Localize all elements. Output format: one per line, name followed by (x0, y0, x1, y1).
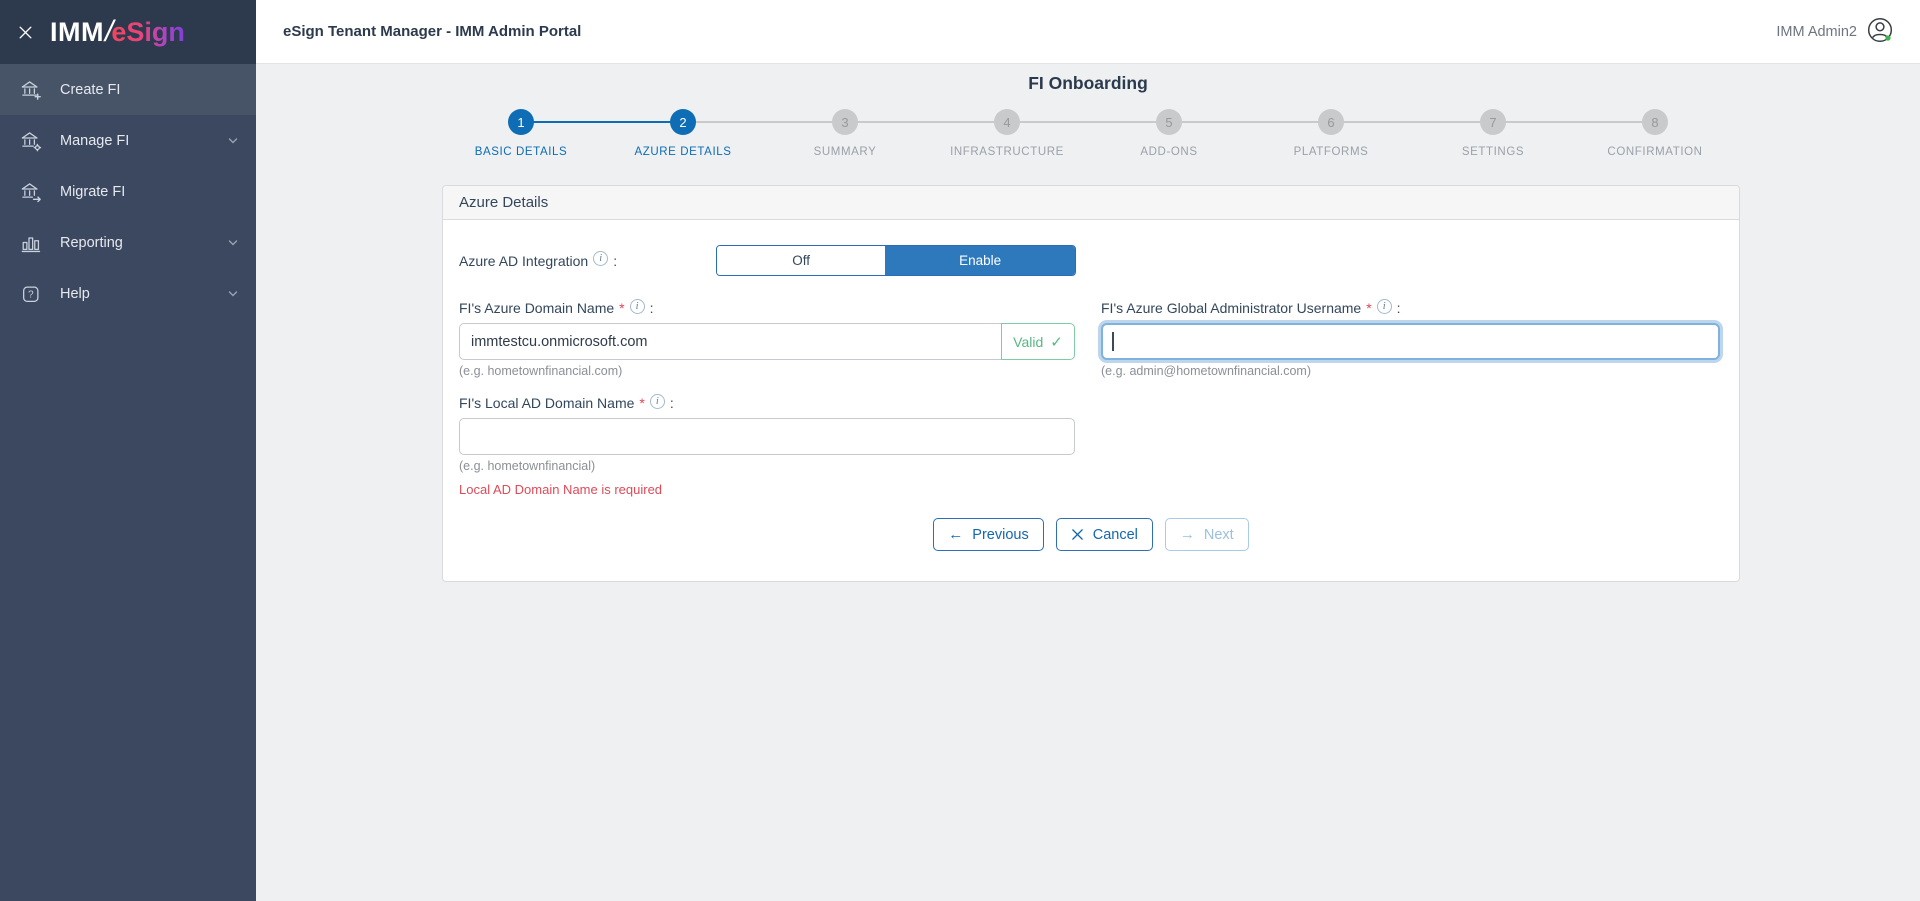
x-icon (1071, 528, 1084, 541)
step-number: 4 (994, 109, 1020, 135)
step-platforms[interactable]: 6 PLATFORMS (1250, 109, 1412, 158)
sidebar-close-icon[interactable] (14, 21, 36, 43)
check-icon: ✓ (1050, 333, 1063, 351)
main-content: FI Onboarding 1 BASIC DETAILS 2 AZURE DE… (256, 0, 1920, 582)
bank-gear-icon (20, 130, 42, 152)
info-icon[interactable]: i (649, 393, 665, 409)
admin-username-hint: (e.g. admin@hometownfinancial.com) (1101, 364, 1312, 378)
local-ad-domain-field: FI's Local AD Domain Name * i : (e.g. ho… (459, 393, 1075, 497)
sidebar-item-label: Reporting (60, 234, 123, 251)
step-number: 2 (670, 109, 696, 135)
card-title: Azure Details (443, 186, 1739, 220)
step-basic-details[interactable]: 1 BASIC DETAILS (440, 109, 602, 158)
local-ad-domain-input[interactable] (459, 418, 1075, 455)
bank-arrow-icon (20, 181, 42, 203)
previous-button[interactable]: ← Previous (933, 518, 1044, 551)
app-title: eSign Tenant Manager - IMM Admin Portal (283, 23, 582, 40)
sidebar-item-manage-fi[interactable]: Manage FI (0, 115, 256, 166)
azure-domain-hint: (e.g. hometownfinancial.com) (459, 364, 623, 378)
required-asterisk: * (1366, 300, 1372, 316)
admin-username-field: FI's Azure Global Administrator Username… (1101, 298, 1720, 378)
sidebar-item-label: Create FI (60, 81, 121, 98)
step-label: AZURE DETAILS (634, 146, 732, 158)
step-label: SETTINGS (1461, 146, 1525, 158)
sidebar-item-label: Migrate FI (60, 183, 126, 200)
sidebar-logo-band: IMM / eSign (0, 0, 256, 64)
card-body: Azure AD Integration i : Off Enable FI's… (443, 220, 1739, 581)
wizard-actions: ← Previous Cancel → Next (459, 518, 1723, 551)
step-number: 3 (832, 109, 858, 135)
toggle-off-button[interactable]: Off (717, 246, 886, 275)
help-icon: ? (20, 283, 42, 305)
bar-chart-icon (20, 232, 42, 254)
sidebar: IMM / eSign Create FI Manage FI Migrate … (0, 0, 256, 901)
cancel-button[interactable]: Cancel (1055, 518, 1153, 551)
step-label: ADD-ONS (1140, 146, 1198, 158)
azure-ad-integration-toggle: Off Enable (716, 245, 1076, 276)
azure-domain-field: FI's Azure Domain Name * i : Valid ✓ (e.… (459, 298, 1075, 378)
right-arrow-icon: → (1179, 526, 1195, 543)
step-number: 7 (1480, 109, 1506, 135)
avatar-icon (1866, 16, 1894, 48)
sidebar-item-label: Manage FI (60, 132, 130, 149)
svg-text:?: ? (28, 289, 34, 300)
step-label: SUMMARY (813, 146, 877, 158)
step-confirmation[interactable]: 8 CONFIRMATION (1574, 109, 1736, 158)
logo-imm: IMM (50, 17, 104, 47)
bank-plus-icon (20, 79, 42, 101)
info-icon[interactable]: i (1376, 298, 1392, 314)
step-label: CONFIRMATION (1607, 146, 1703, 158)
step-label: INFRASTRUCTURE (950, 146, 1064, 158)
step-add-ons[interactable]: 5 ADD-ONS (1088, 109, 1250, 158)
step-number: 8 (1642, 109, 1668, 135)
sidebar-item-reporting[interactable]: Reporting (0, 217, 256, 268)
azure-domain-input[interactable] (459, 323, 1001, 360)
next-button[interactable]: → Next (1164, 518, 1249, 551)
chevron-down-icon (226, 236, 240, 250)
local-ad-domain-error: Local AD Domain Name is required (459, 482, 663, 497)
top-header: eSign Tenant Manager - IMM Admin Portal … (256, 0, 1920, 64)
step-azure-details[interactable]: 2 AZURE DETAILS (602, 109, 764, 158)
valid-badge: Valid ✓ (1001, 323, 1075, 360)
azure-ad-integration-row: Azure AD Integration i : Off Enable (459, 245, 1723, 276)
user-name: IMM Admin2 (1776, 23, 1857, 40)
sidebar-item-help[interactable]: ? Help (0, 268, 256, 319)
azure-ad-integration-label: Azure AD Integration i : (459, 251, 618, 269)
imm-esign-logo[interactable]: IMM / eSign (50, 15, 185, 49)
local-ad-domain-label: FI's Local AD Domain Name * i : (459, 393, 674, 411)
chevron-down-icon (226, 287, 240, 301)
step-label: BASIC DETAILS (474, 146, 568, 158)
step-settings[interactable]: 7 SETTINGS (1412, 109, 1574, 158)
sidebar-item-label: Help (60, 285, 90, 302)
chevron-down-icon (226, 134, 240, 148)
required-asterisk: * (619, 300, 625, 316)
step-number: 6 (1318, 109, 1344, 135)
step-number: 5 (1156, 109, 1182, 135)
sidebar-item-migrate-fi[interactable]: Migrate FI (0, 166, 256, 217)
user-menu[interactable]: IMM Admin2 (1776, 16, 1894, 48)
sidebar-nav: Create FI Manage FI Migrate FI Reporting… (0, 64, 256, 319)
step-number: 1 (508, 109, 534, 135)
admin-username-input[interactable] (1101, 323, 1720, 360)
sidebar-item-create-fi[interactable]: Create FI (0, 64, 256, 115)
local-ad-domain-hint: (e.g. hometownfinancial) (459, 459, 596, 473)
info-icon[interactable]: i (629, 298, 645, 314)
required-asterisk: * (639, 395, 645, 411)
azure-details-card: Azure Details Azure AD Integration i : O… (442, 185, 1740, 582)
page-title: FI Onboarding (1028, 73, 1148, 93)
left-arrow-icon: ← (948, 526, 964, 543)
logo-esign: eSign (111, 17, 185, 47)
toggle-enable-button[interactable]: Enable (885, 246, 1075, 275)
step-label: PLATFORMS (1293, 146, 1369, 158)
text-caret (1112, 332, 1114, 351)
step-summary[interactable]: 3 SUMMARY (764, 109, 926, 158)
admin-username-label: FI's Azure Global Administrator Username… (1101, 298, 1401, 316)
info-icon[interactable]: i (593, 251, 609, 266)
onboarding-stepper: 1 BASIC DETAILS 2 AZURE DETAILS 3 SUMMAR… (440, 109, 1736, 158)
step-infrastructure[interactable]: 4 INFRASTRUCTURE (926, 109, 1088, 158)
azure-domain-label: FI's Azure Domain Name * i : (459, 298, 654, 316)
